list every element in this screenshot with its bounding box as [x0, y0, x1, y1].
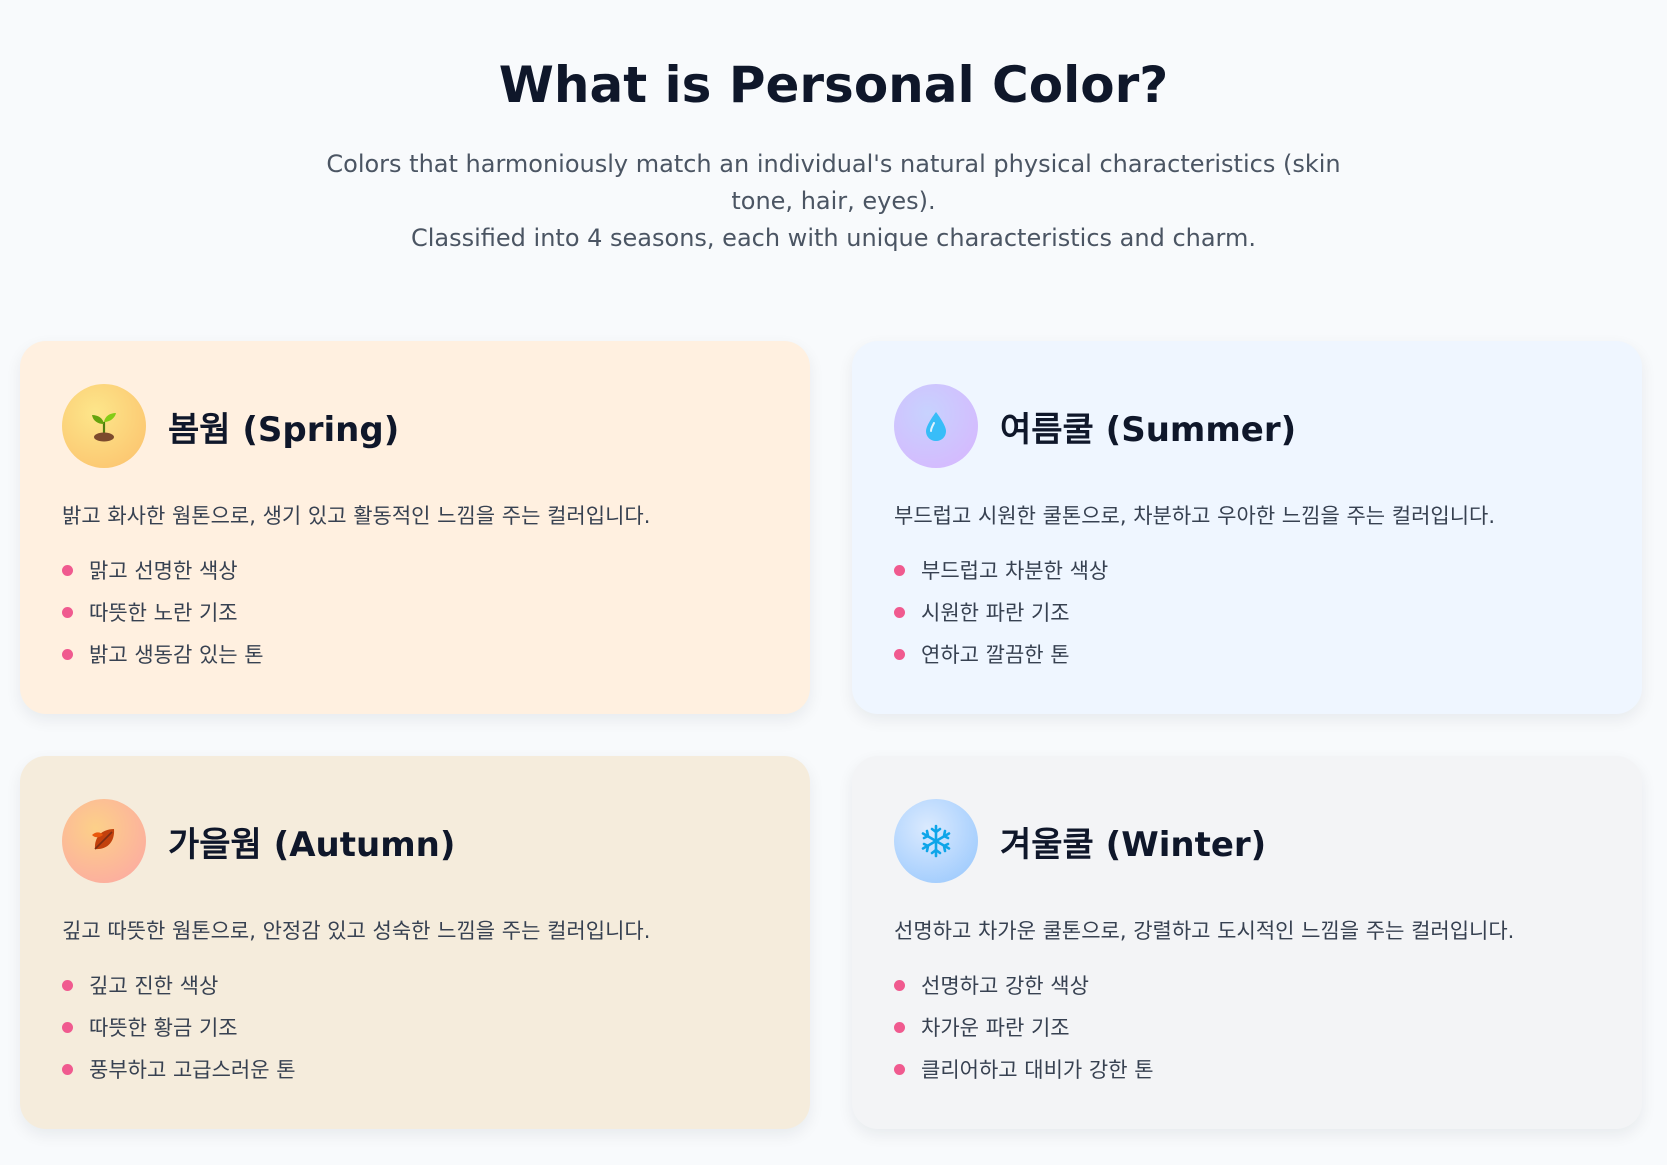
- page-subtitle: Colors that harmoniously match an indivi…: [314, 146, 1354, 257]
- snowflake-icon: [894, 799, 978, 883]
- fallen-leaf-icon: [62, 799, 146, 883]
- trait-label: 연하고 깔끔한 톤: [921, 643, 1070, 667]
- trait-item: 풍부하고 고급스러운 톤: [62, 1048, 768, 1090]
- trait-item: 깊고 진한 색상: [62, 964, 768, 1006]
- card-description: 깊고 따뜻한 웜톤으로, 안정감 있고 성숙한 느낌을 주는 컬러입니다.: [62, 919, 651, 943]
- seedling-icon: [62, 384, 146, 468]
- bullet-dot: [62, 1063, 73, 1075]
- trait-item: 선명하고 강한 색상: [894, 964, 1600, 1006]
- bullet-dot: [62, 1021, 73, 1033]
- trait-label: 따뜻한 황금 기조: [89, 1016, 238, 1040]
- trait-item: 따뜻한 황금 기조: [62, 1006, 768, 1048]
- trait-label: 따뜻한 노란 기조: [89, 601, 238, 625]
- bullet-dot: [894, 648, 905, 660]
- trait-item: 따뜻한 노란 기조: [62, 591, 768, 633]
- bullet-dot: [894, 979, 905, 991]
- subtitle-line-2: Classified into 4 seasons, each with uni…: [410, 224, 1257, 252]
- bullet-dot: [62, 564, 73, 576]
- droplet-icon: [894, 384, 978, 468]
- card-header: 가을웜 (Autumn): [62, 798, 768, 884]
- card-description: 부드럽고 시원한 쿨톤으로, 차분하고 우아한 느낌을 주는 컬러입니다.: [894, 504, 1496, 528]
- trait-item: 시원한 파란 기조: [894, 591, 1600, 633]
- bullet-dot: [894, 564, 905, 576]
- trait-list: 깊고 진한 색상 따뜻한 황금 기조 풍부하고 고급스러운 톤: [62, 964, 768, 1090]
- trait-list: 부드럽고 차분한 색상 시원한 파란 기조 연하고 깔끔한 톤: [894, 549, 1600, 675]
- trait-label: 풍부하고 고급스러운 톤: [89, 1058, 296, 1082]
- trait-label: 밝고 생동감 있는 톤: [89, 643, 264, 667]
- bullet-dot: [894, 1063, 905, 1075]
- season-card-autumn: 가을웜 (Autumn) 깊고 따뜻한 웜톤으로, 안정감 있고 성숙한 느낌을…: [20, 756, 810, 1129]
- trait-label: 깊고 진한 색상: [89, 974, 219, 998]
- trait-item: 차가운 파란 기조: [894, 1006, 1600, 1048]
- bullet-dot: [62, 606, 73, 618]
- bullet-dot: [894, 606, 905, 618]
- trait-label: 맑고 선명한 색상: [89, 559, 238, 583]
- card-title: 가을웜 (Autumn): [168, 824, 456, 865]
- season-card-grid: 봄웜 (Spring) 밝고 화사한 웜톤으로, 생기 있고 활동적인 느낌을 …: [20, 341, 1642, 1129]
- trait-item: 부드럽고 차분한 색상: [894, 549, 1600, 591]
- bullet-dot: [62, 979, 73, 991]
- season-card-winter: 겨울쿨 (Winter) 선명하고 차가운 쿨톤으로, 강렬하고 도시적인 느낌…: [852, 756, 1642, 1129]
- trait-list: 선명하고 강한 색상 차가운 파란 기조 클리어하고 대비가 강한 톤: [894, 964, 1600, 1090]
- subtitle-line-1: Colors that harmoniously match an indivi…: [326, 150, 1341, 215]
- card-title: 봄웜 (Spring): [168, 409, 400, 450]
- trait-label: 선명하고 강한 색상: [921, 974, 1089, 998]
- season-card-spring: 봄웜 (Spring) 밝고 화사한 웜톤으로, 생기 있고 활동적인 느낌을 …: [20, 341, 810, 714]
- card-header: 여름쿨 (Summer): [894, 383, 1600, 469]
- bullet-dot: [62, 648, 73, 660]
- card-header: 겨울쿨 (Winter): [894, 798, 1600, 884]
- trait-label: 차가운 파란 기조: [921, 1016, 1070, 1040]
- trait-label: 부드럽고 차분한 색상: [921, 559, 1109, 583]
- season-card-summer: 여름쿨 (Summer) 부드럽고 시원한 쿨톤으로, 차분하고 우아한 느낌을…: [852, 341, 1642, 714]
- trait-label: 시원한 파란 기조: [921, 601, 1070, 625]
- card-description: 선명하고 차가운 쿨톤으로, 강렬하고 도시적인 느낌을 주는 컬러입니다.: [894, 919, 1515, 943]
- bullet-dot: [894, 1021, 905, 1033]
- trait-item: 연하고 깔끔한 톤: [894, 633, 1600, 675]
- trait-item: 밝고 생동감 있는 톤: [62, 633, 768, 675]
- trait-label: 클리어하고 대비가 강한 톤: [921, 1058, 1154, 1082]
- card-description: 밝고 화사한 웜톤으로, 생기 있고 활동적인 느낌을 주는 컬러입니다.: [62, 504, 651, 528]
- personal-color-section: What is Personal Color? Colors that harm…: [0, 0, 1667, 1165]
- card-title: 겨울쿨 (Winter): [1000, 824, 1267, 865]
- trait-list: 맑고 선명한 색상 따뜻한 노란 기조 밝고 생동감 있는 톤: [62, 549, 768, 675]
- page-title: What is Personal Color?: [498, 56, 1169, 114]
- card-header: 봄웜 (Spring): [62, 383, 768, 469]
- hero: What is Personal Color? Colors that harm…: [0, 0, 1667, 257]
- trait-item: 클리어하고 대비가 강한 톤: [894, 1048, 1600, 1090]
- trait-item: 맑고 선명한 색상: [62, 549, 768, 591]
- card-title: 여름쿨 (Summer): [1000, 409, 1297, 450]
